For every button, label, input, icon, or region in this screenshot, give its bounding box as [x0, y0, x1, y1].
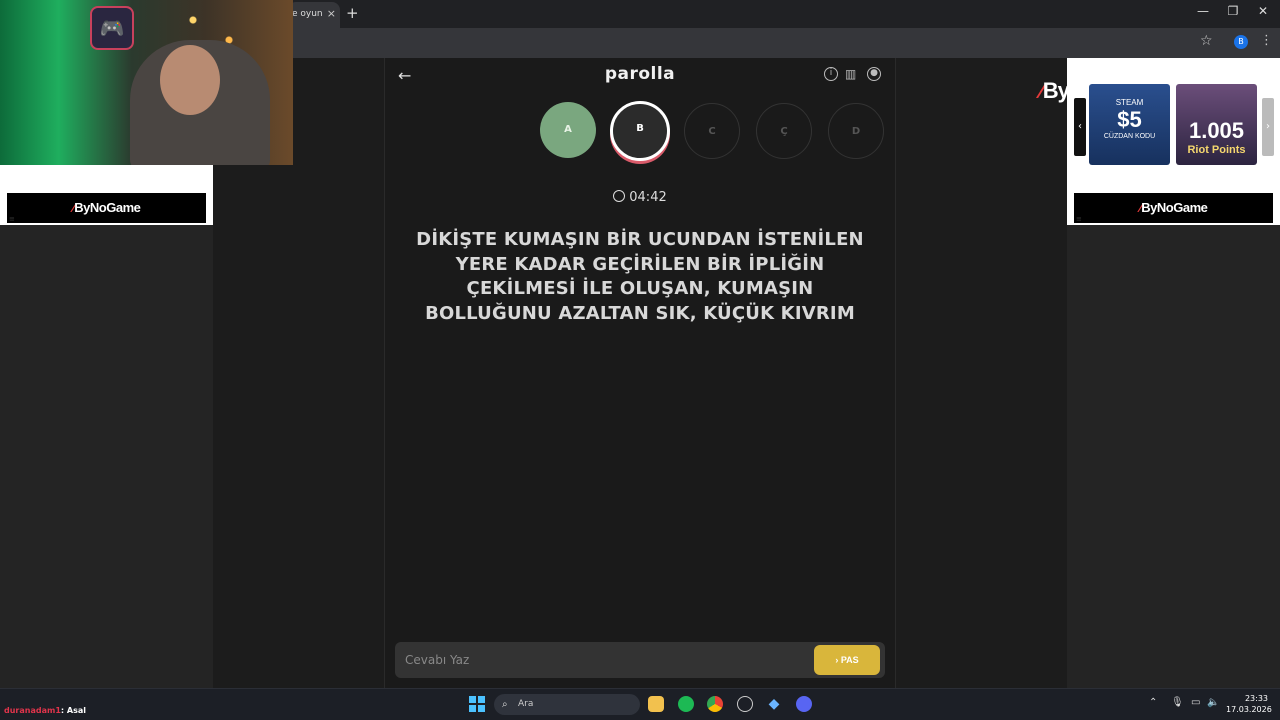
user-icon[interactable]: ● [867, 67, 881, 81]
chrome-icon[interactable] [707, 696, 723, 712]
steam-card-sub: CÜZDAN KODU [1103, 133, 1156, 140]
right-ad-brand: ByNoGame [1141, 200, 1208, 215]
back-arrow-icon[interactable]: ← [398, 66, 411, 85]
diamond-app-icon[interactable]: ◆ [766, 696, 782, 712]
taskbar [0, 688, 1280, 720]
chevron-right-icon: › [835, 655, 839, 665]
chat-username: duranadam1 [4, 706, 61, 715]
spotify-icon[interactable] [678, 696, 694, 712]
discord-icon[interactable] [796, 696, 812, 712]
chat-message: duranadam1: Asal [4, 706, 86, 715]
browser-menu-icon[interactable]: ⋮ [1260, 33, 1273, 48]
clock-date: 17.03.2026 [1226, 705, 1272, 714]
page-title: parolla [604, 64, 676, 84]
right-ad-banner[interactable]: ⁄ByNoGame [1074, 193, 1273, 223]
clock-time: 23:33 [1244, 694, 1268, 703]
webcam-overlay: 🎮 [0, 0, 293, 165]
riot-card-value: 1.005 [1188, 118, 1245, 143]
tab-title: e oyun [292, 9, 323, 19]
minimize-button[interactable]: — [1188, 4, 1218, 18]
info-icon[interactable]: i [824, 67, 838, 81]
tab-close-icon[interactable]: × [327, 2, 336, 26]
letter-b: B [610, 101, 670, 161]
system-clock[interactable]: 23:33 17.03.2026 [1226, 693, 1272, 715]
letter-d: D [828, 103, 884, 159]
restore-button[interactable]: ❐ [1218, 4, 1248, 18]
riot-card-sub: Riot Points [1187, 144, 1246, 156]
profile-avatar[interactable]: B [1234, 35, 1248, 49]
stats-icon[interactable]: ▥ [845, 67, 859, 81]
letter-c-cedilla: Ç [756, 103, 812, 159]
new-tab-button[interactable]: + [346, 4, 359, 22]
letter-c: C [684, 103, 740, 159]
microphone-icon[interactable]: 🎙 [1171, 697, 1184, 708]
file-explorer-icon[interactable] [648, 696, 664, 712]
answer-input[interactable] [405, 650, 805, 670]
steam-card-value: $5 [1117, 107, 1142, 132]
bookmark-star-icon[interactable]: ☆ [1200, 33, 1213, 49]
browser-tab[interactable]: e oyun × [288, 2, 340, 28]
clock-icon [613, 190, 626, 202]
timer: 04:42 [590, 190, 690, 205]
volume-icon[interactable]: 🔈 [1207, 697, 1219, 708]
pass-button[interactable]: › PAS [814, 645, 880, 675]
network-icon[interactable]: ▭ [1191, 697, 1200, 708]
close-window-button[interactable]: ✕ [1248, 4, 1278, 18]
search-icon: ⌕ [502, 699, 508, 710]
left-ad-brand: ByNoGame [74, 200, 141, 215]
question-text: DİKİŞTE KUMAŞIN BİR UCUNDAN İSTENİLEN YE… [416, 229, 864, 324]
streamer-head [160, 45, 220, 115]
left-ad-info-icon[interactable]: ≡ [9, 215, 15, 223]
left-ad-banner[interactable]: ⁄ByNoGame [7, 193, 206, 223]
right-ad-info-icon[interactable]: ≡ [1076, 215, 1082, 223]
timer-app-icon[interactable] [737, 696, 753, 712]
steam-card-label: STEAM [1115, 98, 1144, 107]
letter-a: A [540, 102, 596, 158]
timer-value: 04:42 [629, 190, 667, 205]
taskbar-search-placeholder: Ara [518, 699, 534, 709]
gamepad-logo-icon: 🎮 [90, 6, 134, 50]
tray-chevron-icon[interactable]: ⌃ [1149, 697, 1157, 708]
taskbar-search[interactable]: ⌕ Ara [494, 694, 640, 715]
pass-label: PAS [840, 655, 859, 665]
chat-text: : Asal [60, 706, 86, 715]
steam-card[interactable]: STEAM $5 CÜZDAN KODU [1089, 84, 1170, 165]
riot-card[interactable]: 1.005 Riot Points [1176, 84, 1257, 165]
carousel-prev-icon[interactable]: ‹ [1074, 98, 1086, 156]
windows-start-icon[interactable] [469, 696, 485, 712]
carousel-next-icon[interactable]: › [1262, 98, 1274, 156]
